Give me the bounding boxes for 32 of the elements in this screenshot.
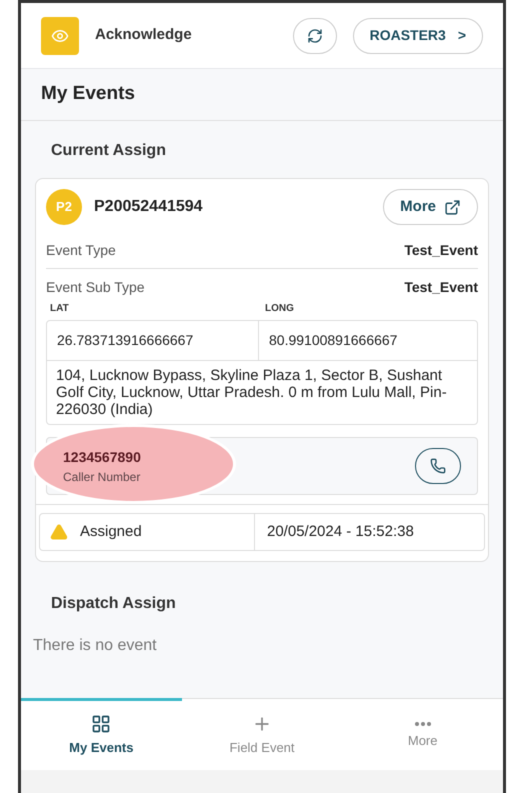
empty-message: There is no event [33, 636, 158, 656]
warning-icon [50, 523, 68, 541]
refresh-icon [306, 28, 323, 44]
status-text: Assigned [80, 522, 142, 542]
field-label: Event Sub Type [46, 278, 145, 297]
nav-tab[interactable]: More [342, 698, 504, 770]
field-label: Event Type [46, 241, 116, 260]
event-id: P20052441594 [94, 197, 204, 217]
lat-label: LAT [50, 302, 70, 316]
more-button[interactable]: More [383, 189, 478, 225]
grid-icon [91, 714, 112, 734]
longitude-value: 80.99100891666667 [268, 331, 398, 350]
dots-icon [414, 720, 432, 727]
page-title: My Events [41, 82, 135, 106]
timestamp: 20/05/2024 - 15:52:38 [266, 522, 415, 542]
refresh-button[interactable] [292, 18, 337, 54]
phone-icon [430, 458, 446, 474]
priority-badge: P2 [46, 189, 82, 225]
nav-tab[interactable]: Field Event [182, 698, 342, 770]
latitude-value: 26.783713916666667 [47, 321, 259, 360]
roster-button[interactable]: ROASTER3 > [352, 18, 483, 54]
section-heading: Current Assign [50, 141, 167, 161]
field-value: Test_Event [404, 278, 478, 296]
section-heading: Dispatch Assign [50, 594, 177, 614]
address-text: 104, Lucknow Bypass, Skyline Plaza 1, Sector B, Sushant Golf City, Lucknow, Uttar Pradesh. 0 m from Lulu Mall, Pin-226030 (India) [55, 366, 448, 420]
external-link-icon [444, 198, 461, 216]
acknowledge-label: Acknowledge [95, 25, 193, 46]
long-label: LONG [265, 302, 294, 316]
call-button[interactable] [415, 448, 461, 484]
caller-number: 1234567890 [63, 448, 141, 466]
field-value: Test_Event [404, 241, 478, 260]
caller-label: Caller Number [63, 468, 141, 486]
